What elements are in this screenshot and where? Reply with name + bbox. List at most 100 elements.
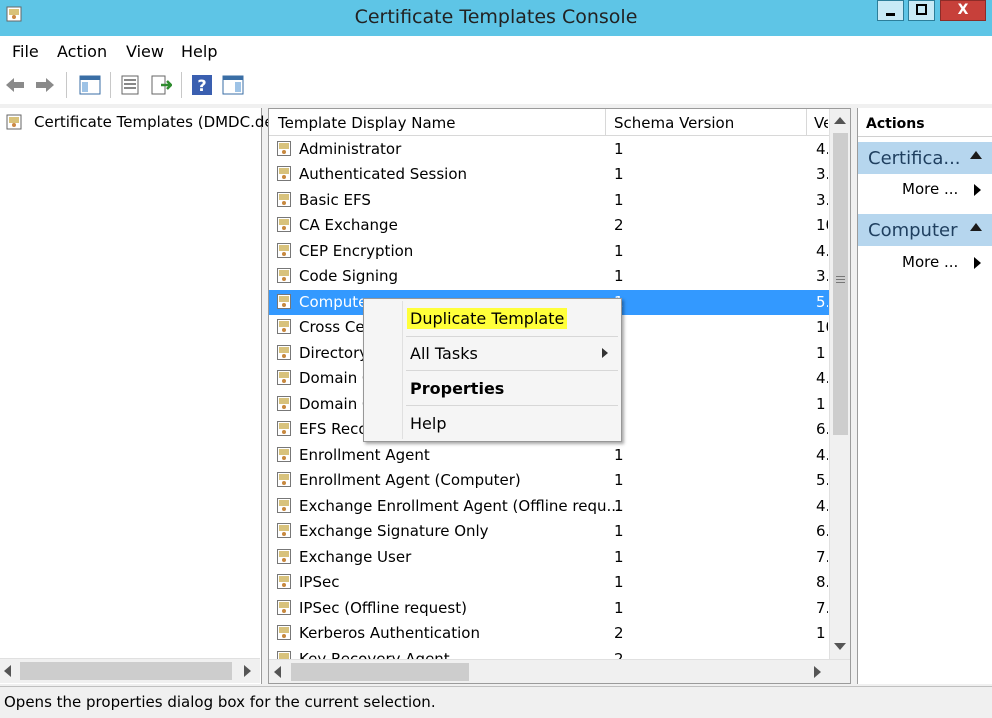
status-bar: Opens the properties dialog box for the … [0, 686, 992, 718]
table-row[interactable]: Enrollment Agent (Computer) 1 5. [269, 468, 829, 493]
certificate-template-icon [277, 141, 291, 156]
template-name: Exchange Enrollment Agent (Offline requ.… [299, 497, 621, 515]
certificate-template-icon [277, 370, 291, 385]
menu-separator [406, 405, 618, 406]
forward-arrow-icon[interactable] [34, 74, 56, 96]
certificate-template-icon [277, 472, 291, 487]
list-scroll-thumb[interactable] [833, 133, 848, 435]
table-row[interactable]: IPSec (Offline request) 1 7. [269, 596, 829, 621]
certificate-template-icon [277, 268, 291, 283]
table-row[interactable]: Exchange User 1 7. [269, 545, 829, 570]
version: 4. [816, 369, 828, 387]
certificate-template-icon [277, 574, 291, 589]
certificate-templates-icon [6, 114, 22, 130]
action-more-label: More ... [902, 180, 959, 198]
schema-version: 1 [614, 242, 624, 260]
show-action-pane-icon[interactable] [222, 74, 244, 96]
table-row[interactable]: Exchange Enrollment Agent (Offline requ.… [269, 494, 829, 519]
template-name: Kerberos Authentication [299, 624, 480, 642]
maximize-icon [915, 4, 927, 15]
template-name: EFS Reco [299, 420, 368, 438]
list-vertical-scrollbar[interactable] [829, 109, 850, 659]
scroll-left-icon[interactable] [4, 665, 11, 677]
menu-action[interactable]: Action [57, 42, 107, 61]
template-name: Domain C [299, 369, 373, 387]
table-row[interactable]: CEP Encryption 1 4. [269, 239, 829, 264]
version: 1 [816, 624, 826, 642]
menu-item-all-tasks[interactable]: All Tasks [410, 344, 610, 363]
close-button[interactable]: X [940, 0, 986, 21]
show-hide-tree-icon[interactable] [79, 74, 101, 96]
submenu-arrow-icon [974, 184, 981, 196]
close-icon: X [957, 2, 969, 18]
template-name: Compute [299, 293, 368, 311]
column-divider[interactable] [806, 109, 807, 135]
action-group-computer[interactable]: Computer [858, 214, 992, 246]
template-name: Administrator [299, 140, 402, 158]
action-group-certificate-templates[interactable]: Certifica... [858, 142, 992, 174]
template-name: CEP Encryption [299, 242, 414, 260]
help-icon[interactable]: ? [191, 74, 213, 96]
toolbar-separator [110, 72, 111, 98]
menu-item-label: Help [410, 414, 447, 433]
scroll-left-icon[interactable] [274, 666, 281, 678]
list-hscroll-thumb[interactable] [291, 663, 469, 681]
certificate-template-icon [277, 319, 291, 334]
table-row[interactable]: CA Exchange 2 10 [269, 213, 829, 238]
properties-sheet-icon[interactable] [119, 74, 141, 96]
tree-horizontal-scrollbar[interactable] [0, 658, 260, 683]
menu-file[interactable]: File [12, 42, 39, 61]
certificate-template-icon [277, 396, 291, 411]
column-header-schema[interactable]: Schema Version [614, 114, 734, 132]
certificate-template-icon [277, 549, 291, 564]
collapse-icon[interactable] [970, 223, 982, 231]
template-name: CA Exchange [299, 216, 398, 234]
menu-help[interactable]: Help [181, 42, 217, 61]
scroll-right-icon[interactable] [244, 665, 251, 677]
menu-item-duplicate-template[interactable]: Duplicate Template [407, 308, 568, 329]
column-header-version[interactable]: Ve [814, 114, 828, 132]
table-row[interactable]: IPSec 1 8. [269, 570, 829, 595]
table-row[interactable]: Basic EFS 1 3. [269, 188, 829, 213]
schema-version: 1 [614, 599, 624, 617]
scroll-down-icon[interactable] [834, 643, 846, 650]
version: 1 [816, 395, 826, 413]
minimize-icon [885, 13, 895, 16]
action-more-2[interactable]: More ... [902, 253, 981, 271]
minimize-button[interactable] [876, 0, 904, 21]
menu-view[interactable]: View [126, 42, 164, 61]
column-header-name[interactable]: Template Display Name [278, 114, 456, 132]
back-arrow-icon[interactable] [4, 74, 26, 96]
column-header-bar: Template Display Name Schema Version Ve [269, 109, 829, 136]
tree-root-item[interactable]: Certificate Templates (DMDC.de [34, 113, 274, 131]
version: 5. [816, 293, 828, 311]
action-group-label: Certifica... [868, 148, 961, 169]
table-row[interactable]: Code Signing 1 3. [269, 264, 829, 289]
action-group-label: Computer [868, 220, 958, 241]
table-row[interactable]: Exchange Signature Only 1 6. [269, 519, 829, 544]
version: 7. [816, 599, 828, 617]
maximize-button[interactable] [907, 0, 935, 21]
template-name: Exchange User [299, 548, 412, 566]
collapse-icon[interactable] [970, 151, 982, 159]
table-row[interactable]: Enrollment Agent 1 4. [269, 443, 829, 468]
table-row[interactable]: Authenticated Session 1 3. [269, 162, 829, 187]
template-name: Directory [299, 344, 369, 362]
tree-scroll-thumb[interactable] [20, 662, 232, 680]
version: 10 [816, 216, 828, 234]
table-row[interactable]: Kerberos Authentication 2 1 [269, 621, 829, 646]
template-name: Code Signing [299, 267, 399, 285]
list-horizontal-scrollbar[interactable] [269, 659, 850, 683]
scroll-right-icon[interactable] [814, 666, 821, 678]
export-list-icon[interactable] [150, 74, 172, 96]
action-more-1[interactable]: More ... [902, 180, 981, 198]
menu-item-properties[interactable]: Properties [410, 379, 504, 398]
schema-version: 1 [614, 522, 624, 540]
column-divider[interactable] [605, 109, 606, 135]
version: 4. [816, 242, 828, 260]
template-name: Enrollment Agent [299, 446, 430, 464]
menu-item-help[interactable]: Help [410, 414, 446, 433]
table-row[interactable]: Administrator 1 4. [269, 137, 829, 162]
menu-bar: File Action View Help [0, 36, 992, 66]
scroll-up-icon[interactable] [834, 117, 846, 124]
